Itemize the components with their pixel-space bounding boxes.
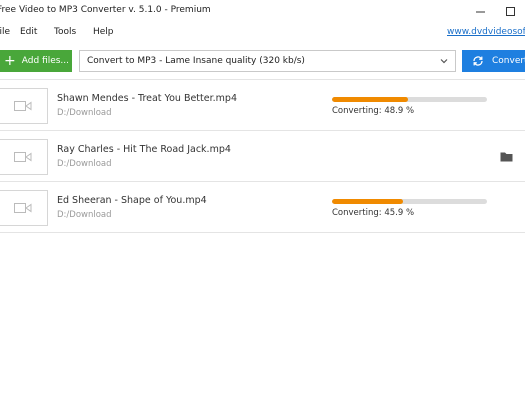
file-path: D:/Download [57,159,112,169]
format-select-value: Convert to MP3 - Lame Insane quality (32… [87,56,305,66]
menu-bar: File Edit Tools Help www.dvdvideosoft.co… [0,22,525,42]
menu-help[interactable]: Help [93,27,114,37]
file-path: D:/Download [57,108,112,118]
minimize-icon [475,11,485,12]
window-title: Free Video to MP3 Converter v. 5.1.0 - P… [0,5,211,15]
open-folder-icon[interactable] [500,151,513,162]
add-files-label: Add files... [21,56,69,66]
title-bar: Free Video to MP3 Converter v. 5.1.0 - P… [0,0,525,22]
chevron-down-icon [440,59,448,64]
file-row[interactable]: Ray Charles - Hit The Road Jack.mp4 D:/D… [0,131,525,182]
video-camera-icon [14,152,32,162]
video-thumbnail [0,88,48,124]
website-link[interactable]: www.dvdvideosoft.com [447,27,525,37]
video-camera-icon [14,101,32,111]
window-controls [465,0,525,22]
maximize-button[interactable] [495,0,525,22]
convert-button[interactable]: Convert [462,50,525,72]
file-name: Shawn Mendes - Treat You Better.mp4 [57,93,237,104]
file-name: Ray Charles - Hit The Road Jack.mp4 [57,144,231,155]
toolbar: + Add files... Convert to MP3 - Lame Ins… [0,48,525,76]
menu-edit[interactable]: Edit [20,27,37,37]
convert-label: Convert [492,56,525,66]
progress-bar [332,97,487,102]
minimize-button[interactable] [465,0,495,22]
progress-fill [332,199,404,204]
file-name: Ed Sheeran - Shape of You.mp4 [57,195,207,206]
file-list: Shawn Mendes - Treat You Better.mp4 D:/D… [0,80,525,233]
file-path: D:/Download [57,210,112,220]
conversion-status: Converting: 48.9 % [332,106,415,116]
plus-icon: + [4,53,16,69]
conversion-status: Converting: 45.9 % [332,208,415,218]
file-row[interactable]: Ed Sheeran - Shape of You.mp4 D:/Downloa… [0,182,525,233]
video-thumbnail [0,139,48,175]
format-select[interactable]: Convert to MP3 - Lame Insane quality (32… [79,50,456,72]
video-camera-icon [14,203,32,213]
add-files-button[interactable]: + Add files... [0,50,72,72]
progress-bar [332,199,487,204]
convert-icon [473,56,483,66]
progress-fill [332,97,408,102]
menu-file[interactable]: File [0,27,10,37]
maximize-icon [505,6,515,16]
file-row[interactable]: Shawn Mendes - Treat You Better.mp4 D:/D… [0,80,525,131]
video-thumbnail [0,190,48,226]
menu-tools[interactable]: Tools [54,27,76,37]
